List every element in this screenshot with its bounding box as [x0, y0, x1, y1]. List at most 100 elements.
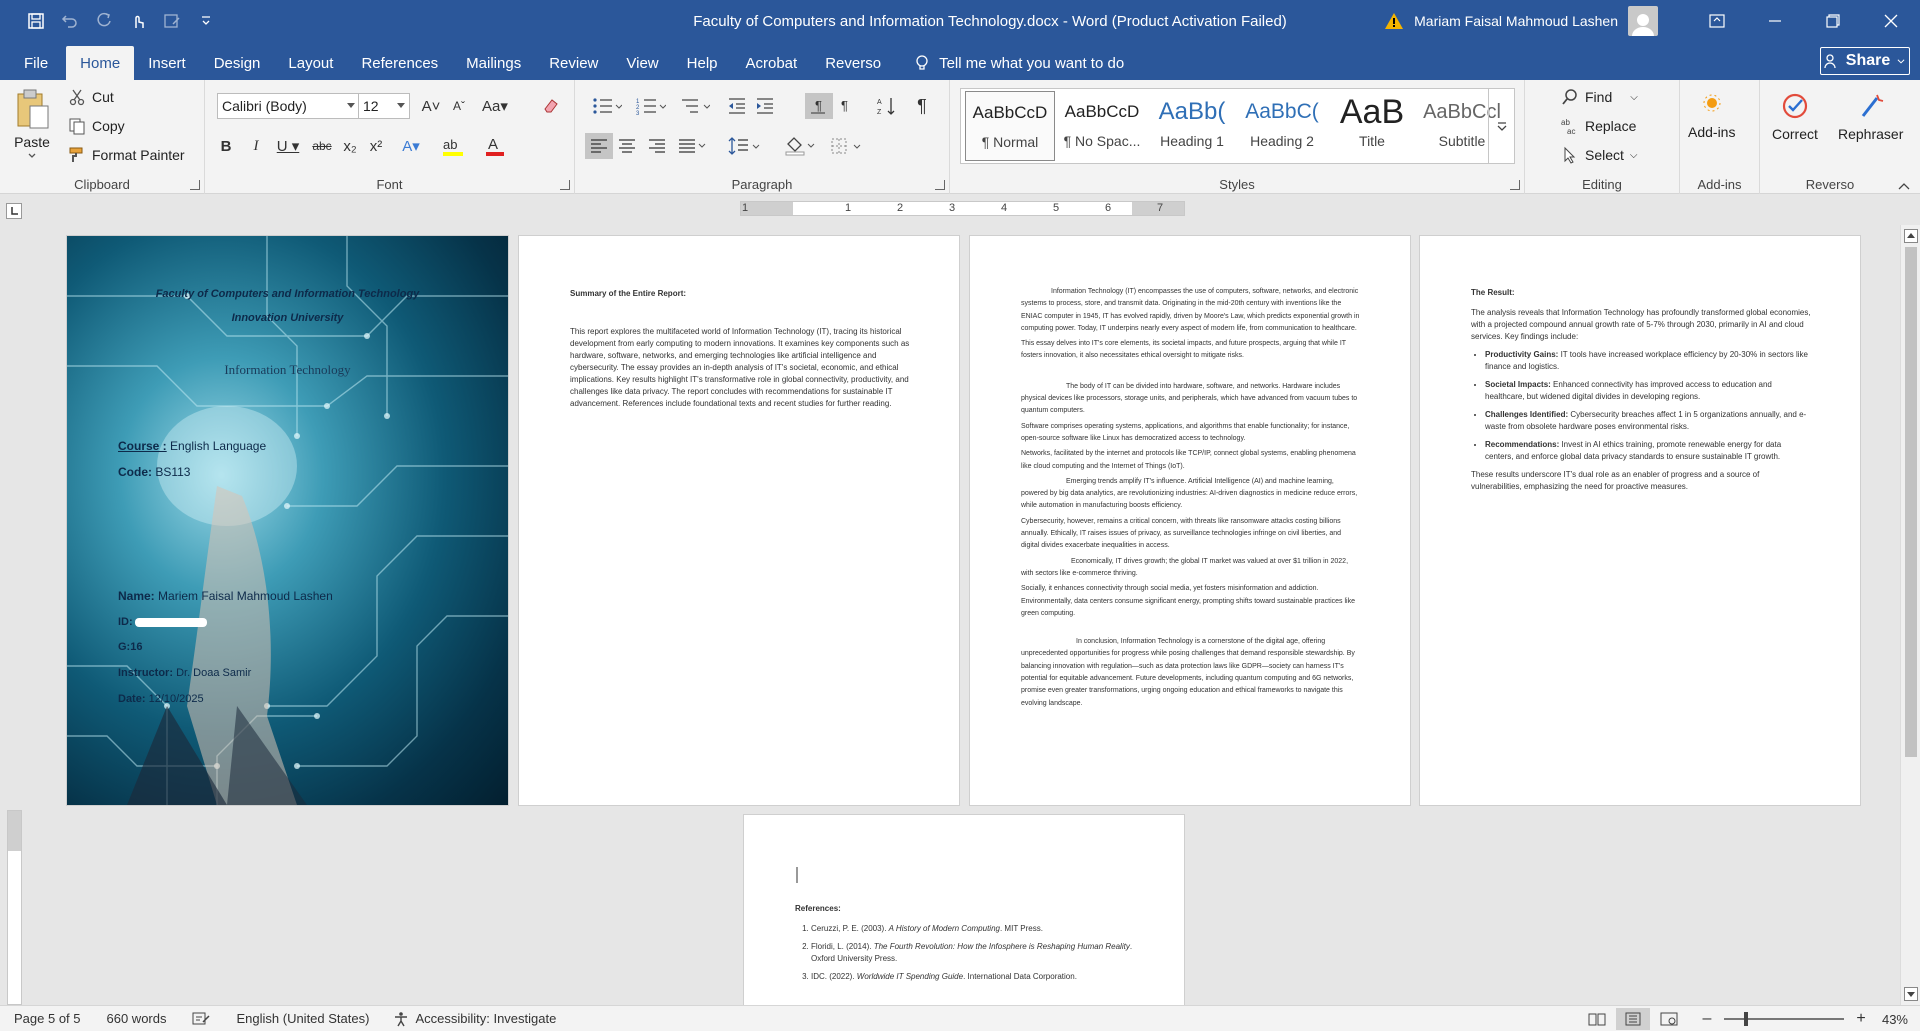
zoom-in-button[interactable]: +	[1852, 1010, 1870, 1028]
subscript-button[interactable]: x₂	[339, 133, 361, 159]
text-effects-button[interactable]: A▾	[393, 133, 429, 159]
font-color-button[interactable]: A	[477, 133, 517, 159]
tab-view[interactable]: View	[612, 46, 672, 80]
copy-button[interactable]: Copy	[68, 117, 125, 135]
correct-button[interactable]: Correct	[1772, 92, 1818, 142]
strikethrough-button[interactable]: abc	[309, 133, 335, 159]
underline-button[interactable]: U ▾	[271, 133, 305, 159]
change-case-button[interactable]: Aa▾	[477, 93, 513, 119]
tab-file[interactable]: File	[0, 46, 66, 80]
page-references[interactable]: References: Ceruzzi, P. E. (2003). A His…	[744, 815, 1184, 1005]
bullets-button[interactable]	[587, 93, 627, 119]
page-essay[interactable]: Information Technology (IT) encompasses …	[970, 236, 1410, 805]
cut-button[interactable]: Cut	[68, 88, 114, 106]
shrink-font-button[interactable]: Aˇ	[448, 93, 470, 119]
grow-font-button[interactable]: A˅	[420, 93, 442, 119]
tell-me-search[interactable]: Tell me what you want to do	[913, 46, 1124, 80]
tab-insert[interactable]: Insert	[134, 46, 200, 80]
find-button[interactable]: Find ⌵	[1561, 88, 1638, 106]
tab-home[interactable]: Home	[66, 46, 135, 80]
format-painter-button[interactable]: Format Painter	[68, 146, 185, 164]
redo-button[interactable]	[90, 7, 118, 35]
rephraser-button[interactable]: Rephraser	[1838, 92, 1903, 142]
minimize-button[interactable]	[1746, 0, 1804, 42]
print-layout-button[interactable]	[1616, 1008, 1650, 1030]
scroll-down-button[interactable]	[1904, 987, 1918, 1001]
scrollbar-thumb[interactable]	[1905, 247, 1917, 757]
tab-reverso[interactable]: Reverso	[811, 46, 895, 80]
increase-indent-button[interactable]	[753, 93, 777, 119]
style-normal[interactable]: AaBbCcD ¶ Normal	[965, 91, 1055, 161]
undo-button[interactable]	[56, 7, 84, 35]
paste-button[interactable]: Paste	[14, 88, 50, 160]
word-count[interactable]: 660 words	[107, 1011, 167, 1026]
tab-acrobat[interactable]: Acrobat	[732, 46, 812, 80]
read-mode-button[interactable]	[1582, 1012, 1612, 1026]
tab-review[interactable]: Review	[535, 46, 612, 80]
justify-button[interactable]	[675, 133, 709, 159]
line-spacing-button[interactable]	[725, 133, 763, 159]
ltr-button[interactable]: ¶	[805, 93, 833, 119]
page-summary[interactable]: Summary of the Entire Report: This repor…	[519, 236, 959, 805]
shading-button[interactable]	[780, 133, 820, 159]
scroll-up-button[interactable]	[1904, 229, 1918, 243]
zoom-slider-thumb[interactable]	[1744, 1012, 1748, 1026]
clear-formatting-button[interactable]	[540, 93, 562, 119]
tab-references[interactable]: References	[347, 46, 452, 80]
font-family-select[interactable]: Calibri (Body)	[217, 93, 360, 119]
cover-page[interactable]: Faculty of Computers and Information Tec…	[67, 236, 508, 805]
italic-button[interactable]: I	[245, 133, 267, 159]
rtl-button[interactable]: ¶	[837, 93, 861, 119]
language-status[interactable]: English (United States)	[236, 1011, 369, 1026]
styles-dialog-launcher[interactable]	[1510, 180, 1520, 190]
tab-mailings[interactable]: Mailings	[452, 46, 535, 80]
style-heading-1[interactable]: AaBb( Heading 1	[1147, 91, 1237, 161]
tab-selector[interactable]	[6, 203, 22, 219]
bold-button[interactable]: B	[215, 133, 237, 159]
save-button[interactable]	[22, 7, 50, 35]
paragraph-dialog-launcher[interactable]	[935, 180, 945, 190]
show-hide-marks-button[interactable]: ¶	[910, 93, 934, 119]
page-result[interactable]: The Result: The analysis reveals that In…	[1420, 236, 1860, 805]
proofing-status[interactable]	[192, 1012, 211, 1026]
align-left-button[interactable]	[585, 133, 613, 159]
zoom-out-button[interactable]: –	[1698, 1010, 1716, 1028]
page-count[interactable]: Page 5 of 5	[14, 1011, 81, 1026]
restore-button[interactable]	[1804, 0, 1862, 42]
highlight-button[interactable]: ab	[433, 133, 475, 159]
select-button[interactable]: Select ⌵	[1561, 146, 1638, 164]
sort-button[interactable]: AZ	[875, 93, 899, 119]
superscript-button[interactable]: x²	[365, 133, 387, 159]
ribbon-display-options-button[interactable]	[1688, 0, 1746, 42]
collapse-ribbon-button[interactable]	[1898, 179, 1910, 190]
vertical-ruler[interactable]	[7, 810, 22, 1005]
vertical-scrollbar[interactable]	[1900, 225, 1920, 1005]
tab-help[interactable]: Help	[673, 46, 732, 80]
font-size-select[interactable]: 12	[358, 93, 410, 119]
replace-button[interactable]: ab ac Replace	[1561, 117, 1636, 135]
multilevel-list-button[interactable]	[675, 93, 715, 119]
style-heading-2[interactable]: AaBbC( Heading 2	[1237, 91, 1327, 161]
avatar[interactable]	[1628, 6, 1658, 36]
user-name[interactable]: Mariam Faisal Mahmoud Lashen	[1414, 13, 1618, 29]
web-layout-button[interactable]	[1654, 1012, 1684, 1026]
tab-design[interactable]: Design	[200, 46, 275, 80]
style-title[interactable]: AaB Title	[1327, 91, 1417, 161]
accessibility-status[interactable]: Accessibility: Investigate	[393, 1011, 556, 1027]
share-button[interactable]: Share	[1820, 47, 1910, 75]
decrease-indent-button[interactable]	[725, 93, 749, 119]
style-no-spacing[interactable]: AaBbCcD ¶ No Spac...	[1057, 91, 1147, 161]
addins-button[interactable]: Add-ins	[1688, 92, 1735, 140]
borders-button[interactable]	[825, 133, 867, 159]
close-button[interactable]	[1862, 0, 1920, 42]
horizontal-ruler[interactable]: 1 1 2 3 4 5 6 7	[740, 201, 1185, 216]
styles-more-button[interactable]	[1488, 89, 1514, 163]
clipboard-dialog-launcher[interactable]	[190, 180, 200, 190]
numbering-button[interactable]: 123	[631, 93, 671, 119]
customize-qat-button[interactable]	[192, 7, 220, 35]
zoom-level[interactable]: 43%	[1870, 1012, 1920, 1027]
touch-mode-button[interactable]	[124, 7, 152, 35]
draw-button[interactable]	[158, 7, 186, 35]
zoom-slider[interactable]	[1724, 1012, 1844, 1026]
tab-layout[interactable]: Layout	[274, 46, 347, 80]
